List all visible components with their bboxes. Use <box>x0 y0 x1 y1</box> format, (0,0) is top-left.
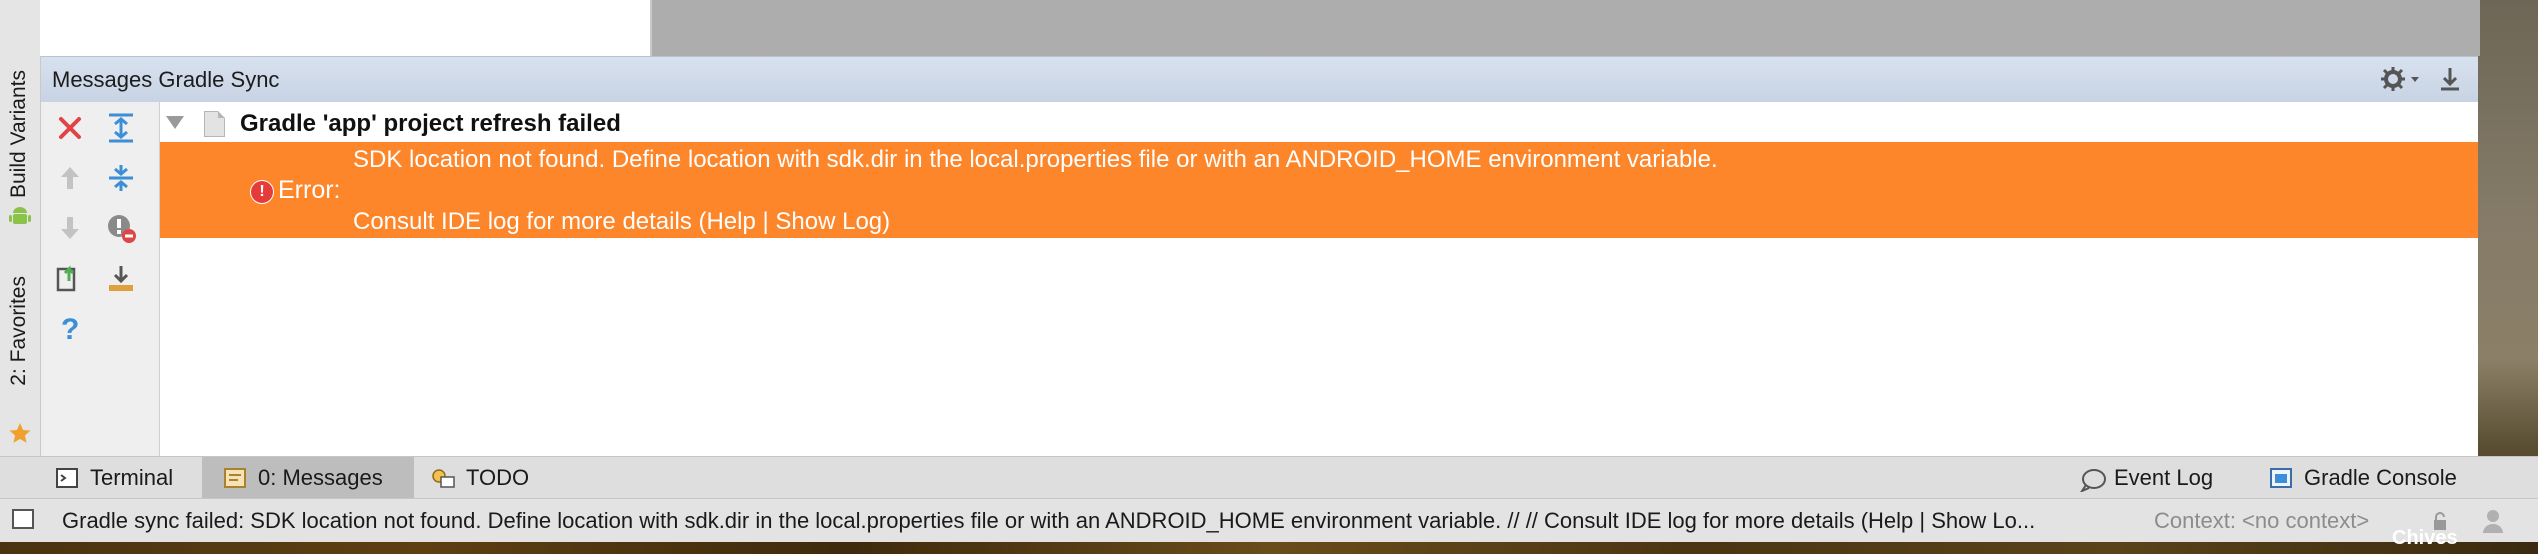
download-icon[interactable] <box>101 258 141 298</box>
tab-event-log[interactable]: Event Log <box>2079 457 2214 499</box>
expand-arrow-icon[interactable] <box>166 116 184 129</box>
gradle-console-icon <box>2270 468 2292 488</box>
svg-text:?: ? <box>61 313 79 343</box>
tool-window-tabs: Terminal 0: Messages TODO Event Log Grad… <box>0 456 2538 499</box>
tab-build-variants-label: Build Variants <box>7 70 30 199</box>
terminal-icon <box>56 468 78 488</box>
tab-build-variants[interactable]: Build Variants <box>0 60 40 240</box>
filter-warnings-icon[interactable] <box>101 208 141 248</box>
star-icon <box>8 422 32 446</box>
close-icon[interactable] <box>50 108 90 148</box>
panel-header: Messages Gradle Sync <box>41 56 2478 103</box>
editor-area[interactable] <box>40 0 650 56</box>
tab-terminal[interactable]: Terminal <box>56 457 183 499</box>
tree-root-node[interactable]: Gradle 'app' project refresh failed <box>160 102 2478 142</box>
tab-favorites[interactable]: 2: Favorites <box>0 266 40 451</box>
next-message-icon[interactable] <box>50 208 90 248</box>
error-message-row[interactable]: SDK location not found. Define location … <box>160 142 2478 238</box>
side-tool-bar: Build Variants 2: Favorites <box>0 56 41 456</box>
messages-panel: Messages Gradle Sync ? Gradle 'app' proj… <box>41 56 2478 456</box>
tab-event-log-label: Event Log <box>2114 465 2214 490</box>
previous-message-icon[interactable] <box>50 158 90 198</box>
hide-panel-icon[interactable] <box>2436 65 2464 93</box>
export-icon[interactable] <box>50 258 90 298</box>
tab-gradle-console-label: Gradle Console <box>2304 465 2457 490</box>
tab-terminal-label: Terminal <box>90 465 174 490</box>
help-icon[interactable]: ? <box>50 308 90 348</box>
collapse-all-icon[interactable] <box>101 158 141 198</box>
desktop-partial-label: Chives <box>2392 527 2458 549</box>
toggle-tool-windows-icon[interactable] <box>12 509 34 529</box>
error-message-line2[interactable]: Consult IDE log for more details (Help |… <box>353 208 890 236</box>
error-label: Error: <box>278 176 341 204</box>
tab-gradle-console[interactable]: Gradle Console <box>2270 457 2457 499</box>
side-bar-top <box>0 0 41 56</box>
expand-all-icon[interactable] <box>101 108 141 148</box>
gear-icon[interactable] <box>2379 65 2423 93</box>
messages-icon <box>224 468 246 488</box>
inspector-icon[interactable] <box>2482 509 2504 533</box>
error-icon: ! <box>250 180 274 204</box>
file-icon <box>204 111 225 137</box>
messages-toolbar: ? <box>41 102 160 456</box>
editor-empty-area <box>650 0 2480 56</box>
todo-icon <box>432 468 455 488</box>
tree-root-label: Gradle 'app' project refresh failed <box>240 110 621 137</box>
tab-messages-label: 0: Messages <box>258 465 383 490</box>
status-message[interactable]: Gradle sync failed: SDK location not fou… <box>62 508 2132 534</box>
event-log-icon <box>2079 468 2106 494</box>
android-icon <box>9 206 31 228</box>
status-bar: Gradle sync failed: SDK location not fou… <box>0 498 2538 543</box>
tab-todo-label: TODO <box>466 465 530 490</box>
desktop-strip <box>0 542 2538 554</box>
tab-messages[interactable]: 0: Messages <box>202 457 414 499</box>
panel-title: Messages Gradle Sync <box>52 67 280 92</box>
error-message-line1: SDK location not found. Define location … <box>353 146 1718 173</box>
tab-favorites-label: 2: Favorites <box>7 276 30 386</box>
messages-tree: Gradle 'app' project refresh failed SDK … <box>160 102 2478 456</box>
status-context[interactable]: Context: <no context> <box>2154 508 2369 534</box>
tab-todo[interactable]: TODO <box>432 457 529 499</box>
